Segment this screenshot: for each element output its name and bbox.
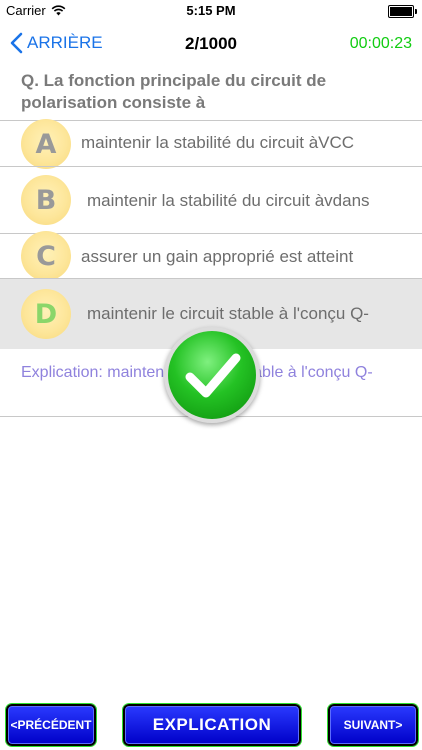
- next-button[interactable]: SUIVANT>: [328, 704, 418, 746]
- status-bar: Carrier 5:15 PM: [0, 0, 422, 22]
- option-a[interactable]: A maintenir la stabilité du circuit àVCC: [0, 119, 422, 169]
- status-time: 5:15 PM: [186, 3, 236, 18]
- option-a-badge: A: [21, 119, 71, 169]
- explanation-button[interactable]: EXPLICATION: [123, 704, 301, 746]
- option-c-letter: C: [36, 240, 56, 272]
- option-b-text: maintenir la stabilité du circuit àvdans: [87, 191, 370, 210]
- option-d-letter: D: [34, 298, 58, 330]
- option-b[interactable]: B maintenir la stabilité du circuit àvda…: [0, 167, 422, 233]
- previous-button[interactable]: <PRÉCÉDENT: [6, 704, 96, 746]
- nav-bar: ARRIÈRE 2/1000 00:00:23: [0, 22, 422, 66]
- battery-icon: [388, 5, 417, 18]
- option-d-text: maintenir le circuit stable à l'conçu Q-: [87, 304, 369, 323]
- option-c-text: assurer un gain approprié est atteint: [81, 247, 354, 266]
- timer: 00:00:23: [349, 35, 412, 52]
- option-c[interactable]: C assurer un gain approprié est atteint: [0, 231, 422, 281]
- option-b-badge: B: [21, 175, 71, 225]
- option-b-letter: B: [35, 184, 57, 216]
- question-text: Q. La fonction principale du circuit de …: [21, 71, 327, 112]
- option-a-text: maintenir la stabilité du circuit àVCC: [81, 133, 355, 152]
- option-a-letter: A: [35, 128, 57, 160]
- option-c-badge: C: [21, 231, 71, 281]
- option-d-badge: D: [21, 289, 71, 339]
- check-icon: [164, 327, 260, 423]
